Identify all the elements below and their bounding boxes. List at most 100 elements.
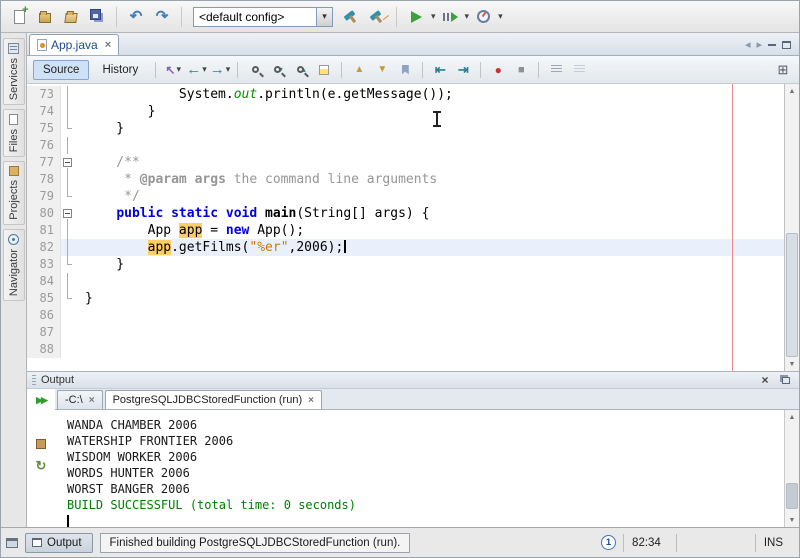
find-previous-button[interactable]: ▴ bbox=[291, 60, 311, 80]
run-project-button[interactable] bbox=[404, 5, 428, 29]
output-tab-c-drive[interactable]: -C:\ × bbox=[57, 390, 103, 409]
line-number[interactable]: 76 bbox=[27, 137, 61, 154]
scroll-up-icon[interactable]: ▲ bbox=[785, 84, 799, 98]
dock-window-icon[interactable] bbox=[6, 538, 18, 548]
scroll-down-icon[interactable]: ▼ bbox=[785, 357, 799, 371]
stop-macro-recording-button[interactable]: ■ bbox=[511, 60, 531, 80]
debug-project-button[interactable] bbox=[438, 5, 462, 29]
fold-glyph[interactable] bbox=[63, 158, 72, 167]
fold-margin[interactable] bbox=[61, 273, 75, 290]
maximize-window-icon[interactable] bbox=[782, 41, 791, 49]
chevron-down-icon[interactable]: ▾ bbox=[316, 8, 332, 26]
history-view-button[interactable]: History bbox=[92, 60, 148, 80]
line-number[interactable]: 74 bbox=[27, 103, 61, 120]
minimize-window-icon[interactable] bbox=[768, 44, 776, 46]
code-text[interactable]: public static void main(String[] args) { bbox=[75, 205, 784, 222]
tab-close-icon[interactable]: × bbox=[89, 395, 95, 406]
line-number[interactable]: 81 bbox=[27, 222, 61, 239]
shift-right-button[interactable]: ⇥ bbox=[453, 60, 473, 80]
line-number[interactable]: 77 bbox=[27, 154, 61, 171]
scroll-up-icon[interactable]: ▲ bbox=[785, 410, 799, 424]
fold-glyph[interactable] bbox=[63, 209, 72, 218]
code-text[interactable] bbox=[75, 137, 784, 154]
sidebar-item-projects[interactable]: Projects bbox=[3, 161, 25, 225]
editor-lines[interactable]: 73 System.out.println(e.getMessage());74… bbox=[27, 84, 784, 371]
fold-margin[interactable] bbox=[61, 256, 75, 273]
clean-build-button[interactable] bbox=[365, 5, 389, 29]
line-number[interactable]: 84 bbox=[27, 273, 61, 290]
sidebar-item-navigator[interactable]: Navigator bbox=[3, 229, 25, 301]
find-next-button[interactable]: ▾ bbox=[268, 60, 288, 80]
scroll-down-icon[interactable]: ▼ bbox=[785, 513, 799, 527]
code-text[interactable]: */ bbox=[75, 188, 784, 205]
code-text[interactable]: App app = new App(); bbox=[75, 222, 784, 239]
code-text[interactable] bbox=[75, 273, 784, 290]
drag-grip-icon[interactable] bbox=[32, 375, 36, 386]
fold-margin[interactable] bbox=[61, 103, 75, 120]
next-occurrence-button[interactable]: ▼ bbox=[372, 60, 392, 80]
output-close-button[interactable]: × bbox=[757, 373, 773, 387]
undo-button[interactable]: ↶ bbox=[124, 5, 148, 29]
find-selection-button[interactable] bbox=[245, 60, 265, 80]
toggle-highlight-button[interactable] bbox=[314, 60, 334, 80]
fold-margin[interactable] bbox=[61, 154, 75, 171]
line-number[interactable]: 82 bbox=[27, 239, 61, 256]
tab-close-icon[interactable]: × bbox=[105, 39, 111, 51]
line-number[interactable]: 83 bbox=[27, 256, 61, 273]
fold-margin[interactable] bbox=[61, 205, 75, 222]
rerun-button[interactable]: ▶▶ bbox=[31, 391, 51, 409]
sidebar-item-files[interactable]: Files bbox=[3, 109, 25, 157]
line-number[interactable]: 87 bbox=[27, 324, 61, 341]
fold-margin[interactable] bbox=[61, 222, 75, 239]
code-text[interactable]: app.getFilms("%er",2006); bbox=[75, 239, 784, 256]
output-tab-run[interactable]: PostgreSQLJDBCStoredFunction (run) × bbox=[105, 390, 322, 409]
fold-margin[interactable] bbox=[61, 86, 75, 103]
output-float-button[interactable] bbox=[778, 373, 794, 387]
stop-build-button[interactable] bbox=[31, 435, 51, 453]
fold-margin[interactable] bbox=[61, 120, 75, 137]
new-file-button[interactable] bbox=[7, 5, 31, 29]
scrollbar-thumb[interactable] bbox=[786, 483, 798, 510]
line-number[interactable]: 80 bbox=[27, 205, 61, 222]
code-text[interactable]: } bbox=[75, 256, 784, 273]
code-text[interactable]: System.out.println(e.getMessage()); bbox=[75, 86, 784, 103]
shift-left-button[interactable]: ⇤ bbox=[430, 60, 450, 80]
scroll-tabs-left-icon[interactable]: ◂ bbox=[745, 38, 751, 51]
tab-app-java[interactable]: App.java × bbox=[29, 34, 119, 55]
code-text[interactable]: * @param args the command line arguments bbox=[75, 171, 784, 188]
open-project-button[interactable] bbox=[59, 5, 83, 29]
toggle-bookmark-button[interactable] bbox=[395, 60, 415, 80]
editor-split-button[interactable]: ⊞ bbox=[773, 60, 793, 80]
line-number[interactable]: 78 bbox=[27, 171, 61, 188]
code-text[interactable]: } bbox=[75, 290, 784, 307]
fold-margin[interactable] bbox=[61, 188, 75, 205]
previous-occurrence-button[interactable]: ▲ bbox=[349, 60, 369, 80]
back-button[interactable]: ←▾ bbox=[186, 60, 207, 80]
scrollbar-track[interactable] bbox=[785, 98, 799, 357]
fold-margin[interactable] bbox=[61, 171, 75, 188]
start-macro-recording-button[interactable]: ● bbox=[488, 60, 508, 80]
profile-project-button[interactable] bbox=[471, 5, 495, 29]
code-text[interactable]: } bbox=[75, 103, 784, 120]
new-project-button[interactable] bbox=[33, 5, 57, 29]
comment-button[interactable] bbox=[546, 60, 566, 80]
scroll-tabs-right-icon[interactable]: ▸ bbox=[756, 38, 762, 51]
fold-margin[interactable] bbox=[61, 239, 75, 256]
ant-settings-button[interactable]: ↻ bbox=[31, 457, 51, 475]
config-select[interactable]: <default config> ▾ bbox=[193, 7, 333, 27]
source-view-button[interactable]: Source bbox=[33, 60, 89, 80]
forward-button[interactable]: →▾ bbox=[210, 60, 231, 80]
profile-dropdown-icon[interactable]: ▾ bbox=[498, 11, 503, 22]
line-number[interactable]: 75 bbox=[27, 120, 61, 137]
tab-close-icon[interactable]: × bbox=[308, 395, 314, 406]
sidebar-item-services[interactable]: Services bbox=[3, 38, 25, 105]
uncomment-button[interactable] bbox=[569, 60, 589, 80]
editor-scrollbar[interactable]: ▲ ▼ bbox=[784, 84, 799, 371]
build-project-button[interactable] bbox=[339, 5, 363, 29]
line-number[interactable]: 86 bbox=[27, 307, 61, 324]
run-dropdown-icon[interactable]: ▾ bbox=[431, 11, 436, 22]
fold-margin[interactable] bbox=[61, 137, 75, 154]
notifications-button[interactable]: 1 bbox=[601, 535, 616, 550]
line-number[interactable]: 79 bbox=[27, 188, 61, 205]
fold-margin[interactable] bbox=[61, 324, 75, 341]
